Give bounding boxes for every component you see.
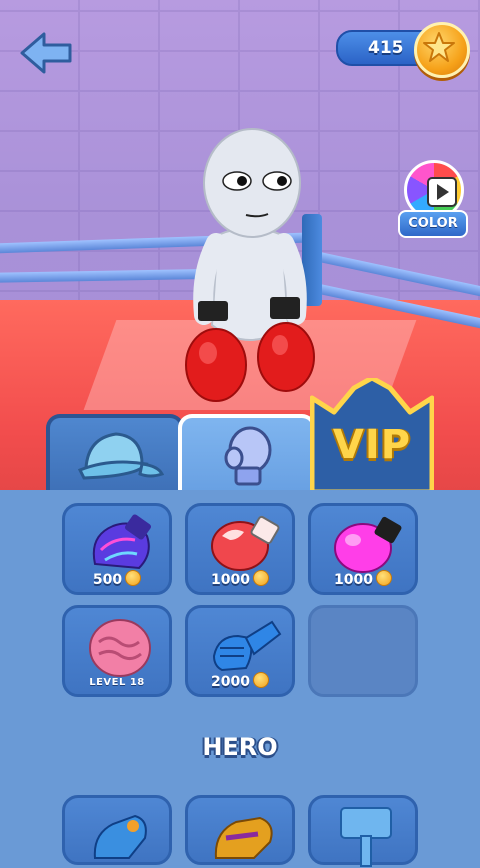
tab-hats[interactable] [46, 414, 184, 496]
tab-gloves[interactable] [178, 414, 316, 496]
price-label: 1000 [188, 570, 292, 588]
tab-vip[interactable]: VIP [310, 378, 434, 492]
coin-icon [414, 22, 470, 78]
item-slot[interactable] [185, 795, 295, 865]
coin-icon [125, 570, 142, 586]
cap-icon [77, 432, 165, 480]
coin-icon [252, 570, 269, 586]
coin-amount: 415 [368, 38, 404, 58]
color-label: COLOR [398, 210, 468, 238]
hero-glove-blue-icon [93, 814, 147, 859]
glove-icon [224, 426, 272, 486]
hero-hammer-icon [340, 807, 392, 867]
item-slot[interactable] [62, 795, 172, 865]
item-slot[interactable] [308, 795, 418, 867]
coin-icon [252, 672, 269, 688]
price-label: 2000 [188, 672, 292, 690]
video-ad-icon [427, 177, 457, 207]
back-button[interactable] [18, 30, 74, 76]
unlock-level-label: LEVEL 18 [89, 677, 145, 688]
price-label: 1000 [311, 570, 415, 588]
coin-icon [375, 570, 392, 586]
back-arrow-icon [20, 32, 72, 74]
item-slot[interactable]: 1000 [308, 503, 418, 595]
section-title-hero: HERO [202, 733, 278, 761]
item-slot[interactable]: LEVEL 18 [62, 605, 172, 697]
boxer-character [185, 128, 315, 402]
item-slot[interactable]: 1000 [185, 503, 295, 595]
empty-slot [308, 605, 418, 697]
item-slot[interactable]: 2000 [185, 605, 295, 697]
hero-glove-gold-icon [214, 816, 273, 859]
price-label: 500 [65, 570, 169, 588]
vip-label: VIP [332, 422, 412, 468]
color-button[interactable]: COLOR [398, 160, 468, 238]
item-slot[interactable]: 500 [62, 503, 172, 595]
